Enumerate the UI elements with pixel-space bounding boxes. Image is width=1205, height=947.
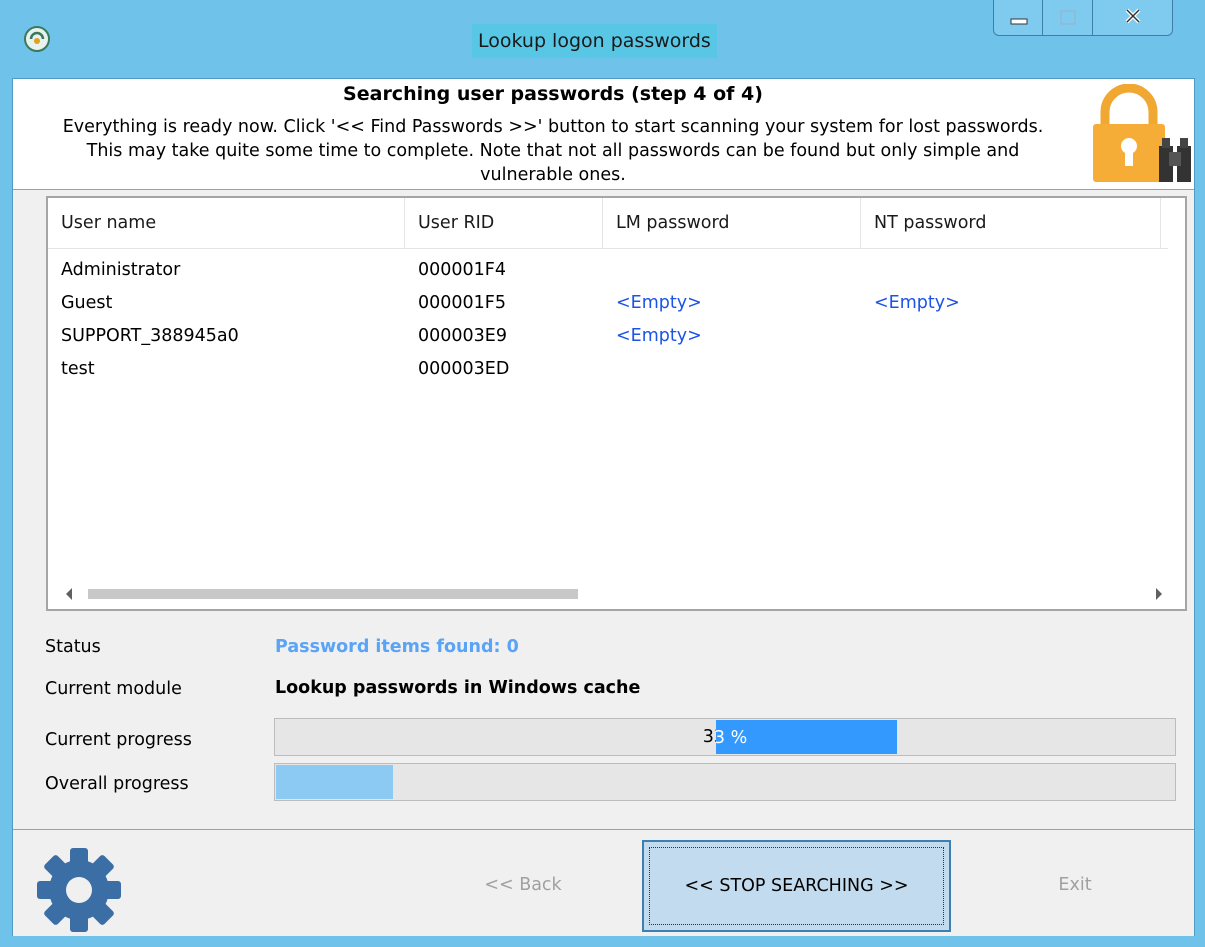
- back-button[interactable]: << Back: [453, 870, 593, 900]
- lock-binoculars-icon: [1093, 84, 1191, 182]
- scrollbar-thumb[interactable]: [88, 589, 578, 599]
- status-label: Status: [45, 637, 101, 657]
- cell-lm-password: [603, 353, 616, 386]
- cell-user-rid: 000001F4: [418, 260, 507, 280]
- dialog-body: Searching user passwords (step 4 of 4) E…: [12, 78, 1195, 936]
- scroll-right-icon[interactable]: [1156, 588, 1162, 600]
- current-progress-fill: 33 %: [716, 720, 897, 754]
- window-title: Lookup logon passwords: [472, 24, 717, 58]
- stop-searching-button[interactable]: << STOP SEARCHING >>: [642, 840, 951, 932]
- column-user-rid[interactable]: User RID: [405, 198, 603, 248]
- cell-lm-password: [603, 254, 616, 287]
- minimize-button[interactable]: [993, 0, 1043, 36]
- current-progress-bar: 33 % 33 %: [274, 718, 1176, 756]
- status-value: Password items found: 0: [275, 637, 519, 657]
- overall-progress-label: Overall progress: [45, 774, 189, 794]
- table-row[interactable]: SUPPORT_388945a0 000003E9 <Empty>: [48, 320, 1168, 353]
- overall-progress-fill: [276, 765, 393, 799]
- module-label: Current module: [45, 679, 182, 699]
- column-lm-password[interactable]: LM password: [603, 198, 861, 248]
- maximize-icon: [1060, 10, 1076, 25]
- step-description: Everything is ready now. Click '<< Find …: [62, 117, 1044, 185]
- close-button[interactable]: [1093, 0, 1173, 36]
- maximize-button[interactable]: [1043, 0, 1093, 36]
- app-icon[interactable]: [22, 24, 52, 54]
- cell-user-rid: 000001F5: [418, 293, 507, 313]
- step-title: Searching user passwords (step 4 of 4): [343, 83, 763, 105]
- cell-user-rid: 000003ED: [418, 359, 510, 379]
- list-header: User name User RID LM password NT passwo…: [48, 198, 1168, 249]
- table-row[interactable]: test 000003ED: [48, 353, 1168, 386]
- cell-user-name: test: [61, 359, 95, 379]
- exit-button[interactable]: Exit: [1035, 870, 1115, 900]
- cell-user-rid: 000003E9: [418, 326, 507, 346]
- table-row[interactable]: Administrator 000001F4: [48, 254, 1168, 287]
- cell-user-name: Guest: [61, 293, 113, 313]
- cell-nt-password: [861, 320, 874, 353]
- wizard-footer: << Back << STOP SEARCHING >> Exit: [13, 829, 1194, 936]
- window-controls: [993, 0, 1183, 40]
- table-row[interactable]: Guest 000001F5 <Empty> <Empty>: [48, 287, 1168, 320]
- close-icon: [1125, 8, 1141, 24]
- module-value: Lookup passwords in Windows cache: [275, 678, 641, 698]
- column-user-name[interactable]: User name: [48, 198, 405, 248]
- minimize-icon: [1010, 18, 1028, 25]
- cell-user-name: SUPPORT_388945a0: [61, 326, 239, 346]
- title-bar[interactable]: Lookup logon passwords: [0, 0, 1205, 78]
- cell-nt-password: <Empty>: [874, 293, 960, 313]
- user-list[interactable]: User name User RID LM password NT passwo…: [46, 196, 1187, 611]
- settings-gear-icon[interactable]: [35, 846, 123, 934]
- cell-nt-password: [861, 254, 874, 287]
- cell-lm-password: <Empty>: [616, 326, 702, 346]
- current-progress-text-overlay: 33 %: [716, 728, 748, 748]
- cell-user-name: Administrator: [61, 260, 181, 280]
- app-window: Lookup logon passwords Searching user pa…: [0, 0, 1205, 947]
- horizontal-scrollbar[interactable]: [48, 579, 1185, 609]
- cell-nt-password: [861, 353, 874, 386]
- current-progress-label: Current progress: [45, 730, 192, 750]
- cell-lm-password: <Empty>: [616, 293, 702, 313]
- wizard-header: Searching user passwords (step 4 of 4) E…: [13, 79, 1194, 190]
- overall-progress-bar: [274, 763, 1176, 801]
- stop-searching-label: << STOP SEARCHING >>: [649, 847, 944, 925]
- column-nt-password[interactable]: NT password: [861, 198, 1161, 248]
- scroll-left-icon[interactable]: [66, 588, 72, 600]
